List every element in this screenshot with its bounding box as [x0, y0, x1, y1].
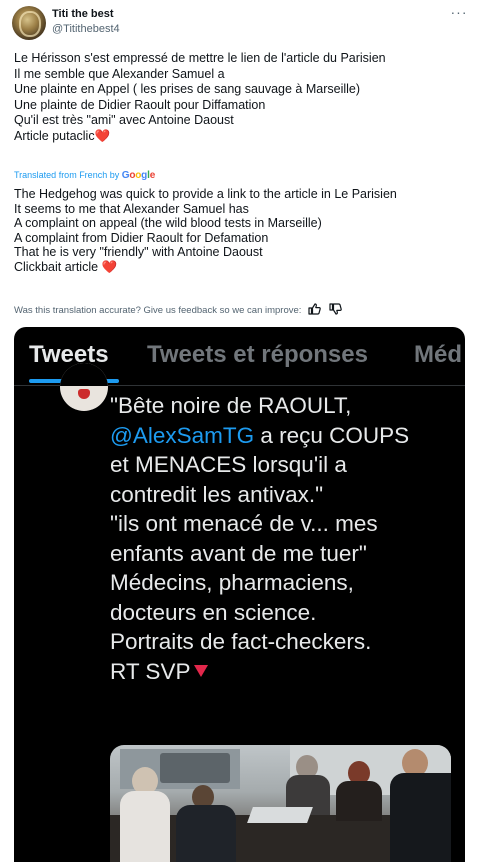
thumbs-down-icon[interactable]	[329, 303, 343, 315]
quote-line: contredit les antivax."	[110, 481, 324, 507]
quote-line: Portraits de fact-checkers.	[110, 629, 372, 654]
feedback-prompt: Was this translation accurate? Give us f…	[14, 305, 302, 316]
translated-line: Clickbait article	[14, 259, 99, 274]
embedded-tweet-text: "Bête noire de RAOULT, @AlexSamTG a reçu…	[110, 391, 460, 686]
author-handle[interactable]: @Titithebest4	[52, 23, 120, 35]
quote-line: et MENACES lorsqu'il a	[110, 452, 347, 477]
tweet-line: Il me semble que Alexander Samuel a	[14, 66, 225, 81]
translated-line: The Hedgehog was quick to provide a link…	[14, 187, 397, 201]
quote-line: docteurs en science.	[110, 599, 317, 625]
tweet: Titi the best @Titithebest4 ··· Le Héris…	[0, 0, 484, 862]
translated-line: It seems to me that Alexander Samuel has	[14, 201, 249, 216]
tweet-line: Le Hérisson s'est empressé de mettre le …	[14, 51, 386, 65]
google-logo-icon: Google	[121, 170, 156, 181]
mention-link: @AlexSamTG	[110, 422, 255, 448]
tweet-line: Qu'il est très "ami" avec Antoine Daoust	[14, 113, 234, 128]
translated-text: The Hedgehog was quick to provide a link…	[14, 187, 469, 275]
embedded-avatar	[60, 363, 108, 411]
translation-feedback: Was this translation accurate? Give us f…	[14, 303, 343, 316]
translation-attribution[interactable]: Translated from French by Google	[14, 170, 155, 181]
quote-line: Médecins, pharmaciens,	[110, 570, 354, 595]
embedded-tab-replies: Tweets et réponses	[147, 341, 368, 368]
tweet-line: Une plainte de Didier Raoult pour Diffam…	[14, 97, 266, 112]
tweet-line-last: Article putaclic❤️	[14, 129, 469, 145]
translated-line: A complaint on appeal (the wild blood te…	[14, 216, 322, 231]
translated-line: That he is very "friendly" with Antoine …	[14, 245, 263, 260]
embedded-tab-media: Méd	[414, 341, 462, 368]
quote-line-mention: @AlexSamTG a reçu COUPS	[110, 422, 410, 448]
tweet-line: Article putaclic	[14, 128, 95, 143]
tweet-text: Le Hérisson s'est empressé de mettre le …	[14, 51, 469, 145]
red-triangle-down-icon	[194, 664, 209, 677]
tweet-line: Une plainte en Appel ( les prises de san…	[14, 82, 361, 97]
red-heart-icon: ❤️	[101, 259, 118, 274]
meeting-photo	[110, 745, 451, 862]
author-display-name[interactable]: Titi the best	[52, 8, 114, 20]
author-avatar[interactable]	[12, 6, 46, 40]
attached-screenshot-image[interactable]: Tweets Tweets et réponses Méd "Bête noir…	[14, 327, 465, 862]
thumbs-up-icon[interactable]	[308, 303, 322, 315]
translated-line-last: Clickbait article ❤️	[14, 260, 469, 275]
quote-line: "Bête noire de RAOULT,	[110, 393, 352, 418]
translation-label: Translated from French by	[14, 170, 120, 180]
red-heart-icon: ❤️	[94, 128, 111, 143]
more-options-icon[interactable]: ···	[450, 4, 468, 22]
quote-line: "ils ont menacé de v... mes	[110, 511, 378, 536]
quote-line: enfants avant de me tuer"	[110, 540, 367, 566]
translated-line: A complaint from Didier Raoult for Defam…	[14, 230, 269, 245]
quote-line-last: RT SVP	[110, 657, 460, 687]
